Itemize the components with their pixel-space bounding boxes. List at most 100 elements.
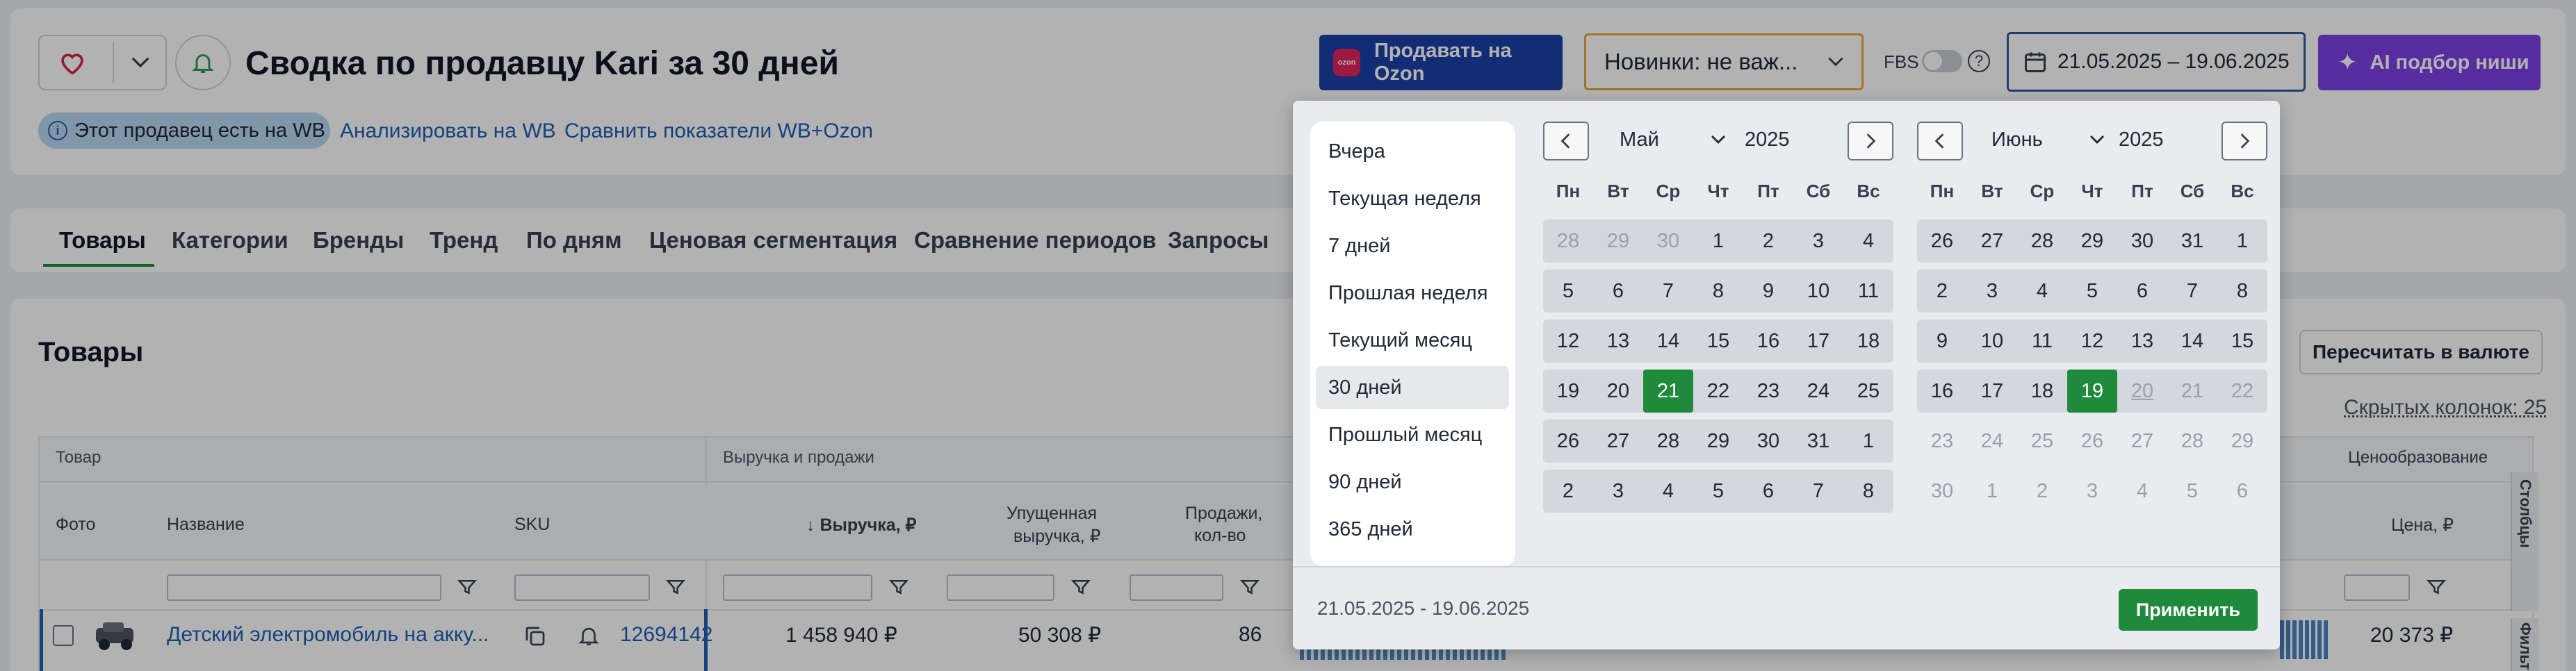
calendar-day[interactable]: 29 [1693,420,1743,463]
calendar-day[interactable]: 4 [1843,219,1893,263]
calendar-day[interactable]: 20 [1593,370,1643,413]
calendar-day[interactable]: 17 [1793,320,1843,363]
calendar-day[interactable]: 6 [2217,470,2267,513]
calendar-day[interactable]: 2 [1917,270,1967,313]
calendar-day[interactable]: 21 [2167,370,2217,413]
calendar-day[interactable]: 30 [1917,470,1967,513]
calendar-day[interactable]: 6 [1743,470,1793,513]
calendar-day[interactable]: 29 [2067,219,2117,263]
calendar-day[interactable]: 3 [1967,270,2017,313]
calendar-day[interactable]: 28 [2167,420,2217,463]
calendar-day[interactable]: 5 [1693,470,1743,513]
right-month-select[interactable]: Июнь [1991,126,2110,156]
calendar-day[interactable]: 2 [1543,470,1593,513]
calendar-day[interactable]: 4 [1643,470,1693,513]
calendar-day[interactable]: 2 [1743,219,1793,263]
left-year-value[interactable]: 2025 [1745,129,1790,151]
calendar-day[interactable]: 28 [1643,420,1693,463]
calendar-day[interactable]: 6 [1593,270,1643,313]
calendar-day[interactable]: 10 [1967,320,2017,363]
right-year-value[interactable]: 2025 [2119,129,2164,151]
calendar-day[interactable]: 1 [1843,420,1893,463]
calendar-day[interactable]: 30 [2117,219,2167,263]
calendar-day[interactable]: 27 [1593,420,1643,463]
calendar-day[interactable]: 19 [1543,370,1593,413]
calendar-day[interactable]: 26 [1543,420,1593,463]
calendar-day[interactable]: 30 [1743,420,1793,463]
calendar-day[interactable]: 6 [2117,270,2167,313]
calendar-day[interactable]: 16 [1917,370,1967,413]
calendar-day[interactable]: 10 [1793,270,1843,313]
calendar-day[interactable]: 12 [2067,320,2117,363]
next-month-button[interactable] [2222,122,2267,160]
calendar-day[interactable]: 5 [2067,270,2117,313]
calendar-day[interactable]: 14 [1643,320,1693,363]
preset-current-week[interactable]: Текущая неделя [1316,177,1509,220]
calendar-day[interactable]: 7 [1793,470,1843,513]
prev-month-button[interactable] [1543,122,1589,160]
calendar-day[interactable]: 29 [1593,219,1643,263]
calendar-day[interactable]: 31 [2167,219,2217,263]
calendar-day[interactable]: 28 [2017,219,2067,263]
calendar-day[interactable]: 25 [1843,370,1893,413]
calendar-day[interactable]: 1 [2217,219,2267,263]
calendar-day[interactable]: 27 [2117,420,2167,463]
calendar-day[interactable]: 4 [2117,470,2167,513]
calendar-day[interactable]: 24 [1793,370,1843,413]
left-month-select[interactable]: Май [1620,126,1738,156]
calendar-day[interactable]: 9 [1917,320,1967,363]
calendar-day[interactable]: 8 [1693,270,1743,313]
calendar-day[interactable]: 16 [1743,320,1793,363]
calendar-day[interactable]: 28 [1543,219,1593,263]
calendar-day-range-start[interactable]: 21 [1643,370,1693,413]
calendar-day[interactable]: 1 [1967,470,2017,513]
prev-month-button-right[interactable] [1917,122,1963,160]
calendar-day[interactable]: 3 [2067,470,2117,513]
calendar-day[interactable]: 9 [1743,270,1793,313]
calendar-day[interactable]: 25 [2017,420,2067,463]
calendar-day[interactable]: 15 [2217,320,2267,363]
preset-30-days[interactable]: 30 дней [1316,366,1509,409]
preset-yesterday[interactable]: Вчера [1316,130,1509,173]
calendar-day[interactable]: 5 [2167,470,2217,513]
preset-7-days[interactable]: 7 дней [1316,224,1509,267]
calendar-day-today[interactable]: 20 [2117,370,2167,413]
calendar-day[interactable]: 31 [1793,420,1843,463]
calendar-day[interactable]: 27 [1967,219,2017,263]
calendar-day[interactable]: 18 [1843,320,1893,363]
calendar-day[interactable]: 22 [1693,370,1743,413]
preset-last-week[interactable]: Прошлая неделя [1316,272,1509,315]
calendar-day[interactable]: 1 [1693,219,1743,263]
calendar-day[interactable]: 11 [1843,270,1893,313]
calendar-day[interactable]: 26 [2067,420,2117,463]
preset-365-days[interactable]: 365 дней [1316,508,1509,551]
apply-button[interactable]: Применить [2119,589,2258,631]
preset-last-month[interactable]: Прошлый месяц [1316,413,1509,456]
calendar-day[interactable]: 13 [2117,320,2167,363]
preset-current-month[interactable]: Текущий месяц [1316,319,1509,362]
calendar-day[interactable]: 3 [1593,470,1643,513]
calendar-day[interactable]: 11 [2017,320,2067,363]
calendar-day[interactable]: 2 [2017,470,2067,513]
calendar-day[interactable]: 7 [1643,270,1693,313]
calendar-day[interactable]: 26 [1917,219,1967,263]
next-month-button-left[interactable] [1848,122,1893,160]
calendar-day[interactable]: 22 [2217,370,2267,413]
calendar-day[interactable]: 29 [2217,420,2267,463]
calendar-day[interactable]: 8 [1843,470,1893,513]
calendar-day[interactable]: 3 [1793,219,1843,263]
calendar-day[interactable]: 14 [2167,320,2217,363]
calendar-day[interactable]: 5 [1543,270,1593,313]
calendar-day[interactable]: 4 [2017,270,2067,313]
calendar-day[interactable]: 7 [2167,270,2217,313]
calendar-day[interactable]: 15 [1693,320,1743,363]
calendar-day-range-end[interactable]: 19 [2067,370,2117,413]
preset-90-days[interactable]: 90 дней [1316,461,1509,504]
calendar-day[interactable]: 8 [2217,270,2267,313]
calendar-day[interactable]: 23 [1743,370,1793,413]
calendar-day[interactable]: 17 [1967,370,2017,413]
calendar-day[interactable]: 13 [1593,320,1643,363]
calendar-day[interactable]: 18 [2017,370,2067,413]
calendar-day[interactable]: 30 [1643,219,1693,263]
calendar-day[interactable]: 23 [1917,420,1967,463]
